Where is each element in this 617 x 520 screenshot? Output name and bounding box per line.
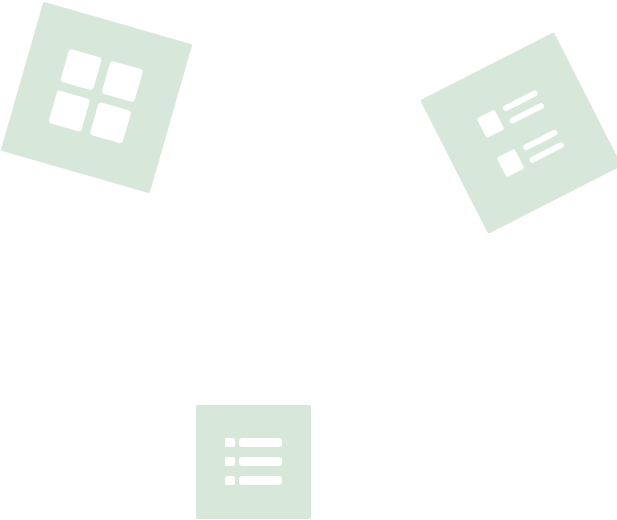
- grid-view-tile[interactable]: [0, 1, 193, 194]
- list-icon: [225, 438, 282, 485]
- details-view-tile[interactable]: [420, 32, 617, 234]
- grid-icon: [48, 49, 143, 144]
- details-list-icon: [477, 90, 564, 177]
- list-view-tile[interactable]: [196, 405, 311, 519]
